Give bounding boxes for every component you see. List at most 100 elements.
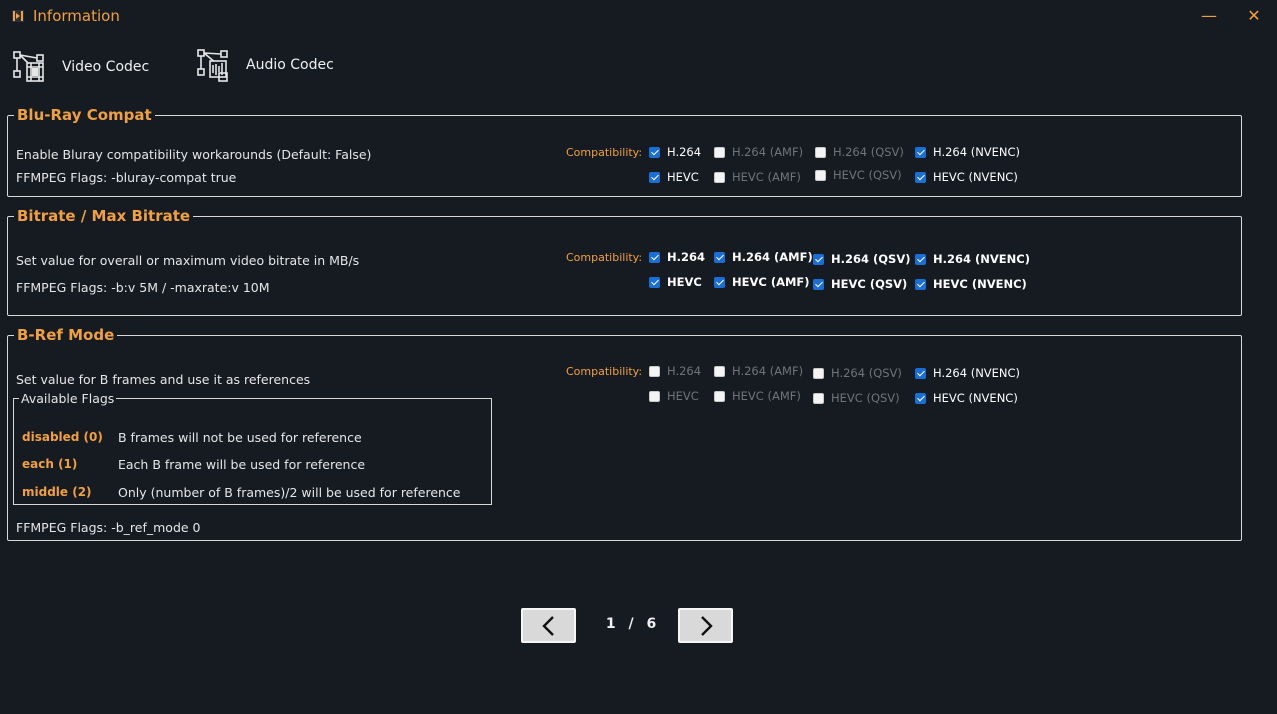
tab-video-codec[interactable]: Video Codec <box>12 48 149 86</box>
compat-checkbox-label: H.264 <box>667 364 702 378</box>
total-pages: 6 <box>646 616 657 632</box>
compat-checkbox-hevc-qsv[interactable]: HEVC (QSV) <box>815 168 902 182</box>
compat-checkbox-hevc-amf[interactable]: HEVC (AMF) <box>714 389 801 403</box>
compat-checkbox-hevc-qsv[interactable]: HEVC (QSV) <box>813 391 900 405</box>
section-title: Bitrate / Max Bitrate <box>17 207 191 225</box>
tab-video-codec-label: Video Codec <box>62 59 150 75</box>
compat-checkbox-h-264[interactable]: H.264 <box>649 364 701 378</box>
compat-checkbox-h-264-qsv[interactable]: H.264 (QSV) <box>815 145 904 159</box>
compat-checkbox-h-264-amf[interactable]: H.264 (AMF) <box>714 364 803 378</box>
checkbox-box <box>915 253 926 265</box>
section-title: Blu-Ray Compat <box>17 106 152 124</box>
compat-checkbox-h-264-qsv[interactable]: H.264 (QSV) <box>813 252 910 266</box>
tab-audio-codec-label: Audio Codec <box>246 57 334 73</box>
checkbox-box <box>714 251 725 263</box>
next-page-button[interactable] <box>678 608 733 643</box>
compat-checkbox-label: HEVC (NVENC) <box>933 391 1018 405</box>
section-bluray-compat: Blu-Ray Compat Enable Bluray compatibili… <box>7 106 1242 197</box>
checkbox-box <box>915 146 926 158</box>
compat-checkbox-hevc[interactable]: HEVC <box>649 170 699 184</box>
compat-checkbox-hevc-nvenc[interactable]: HEVC (NVENC) <box>915 277 1027 291</box>
checkbox-box <box>714 390 725 402</box>
checkbox-box <box>915 367 926 379</box>
app-icon <box>12 10 24 22</box>
checkbox-box <box>649 146 660 158</box>
checkbox-box <box>813 278 824 290</box>
checkbox-box <box>915 171 926 183</box>
compat-checkbox-hevc-nvenc[interactable]: HEVC (NVENC) <box>915 391 1018 405</box>
page-indicator: 1 / 6 <box>596 616 666 632</box>
compat-checkbox-label: HEVC (AMF) <box>732 275 810 289</box>
section-b-ref-mode: B-Ref Mode Set value for B frames and us… <box>7 326 1242 541</box>
minimize-button[interactable]: — <box>1197 6 1221 26</box>
tab-audio-codec[interactable]: Audio Codec <box>196 46 334 84</box>
flag-key: middle (2) <box>22 485 92 499</box>
compat-checkbox-h-264-amf[interactable]: H.264 (AMF) <box>714 250 813 264</box>
checkbox-box <box>714 171 725 183</box>
checkbox-box <box>649 171 660 183</box>
compat-checkbox-label: HEVC (AMF) <box>732 389 801 403</box>
checkbox-box <box>815 169 826 181</box>
compat-checkbox-h-264[interactable]: H.264 <box>649 145 701 159</box>
checkbox-box <box>915 278 926 290</box>
compat-checkbox-h-264-amf[interactable]: H.264 (AMF) <box>714 145 803 159</box>
section-description: Set value for overall or maximum video b… <box>16 253 360 268</box>
compat-checkbox-hevc-qsv[interactable]: HEVC (QSV) <box>813 277 907 291</box>
section-bitrate: Bitrate / Max Bitrate Set value for over… <box>7 207 1242 316</box>
close-button[interactable]: ✕ <box>1242 6 1266 26</box>
compat-checkbox-label: H.264 <box>667 250 705 264</box>
section-description: Set value for B frames and use it as ref… <box>16 372 311 387</box>
compat-checkbox-label: H.264 (QSV) <box>833 145 904 159</box>
chevron-left-icon <box>541 615 554 636</box>
available-flags-title: Available Flags <box>21 391 115 406</box>
checkbox-box <box>714 365 725 377</box>
compat-checkbox-label: H.264 (NVENC) <box>933 252 1030 266</box>
compat-checkbox-h-264-nvenc[interactable]: H.264 (NVENC) <box>915 145 1020 159</box>
compat-checkbox-label: HEVC (QSV) <box>831 391 900 405</box>
compat-checkbox-label: H.264 (NVENC) <box>933 366 1021 380</box>
flag-description: Only (number of B frames)/2 will be used… <box>118 485 461 500</box>
compat-checkbox-hevc-amf[interactable]: HEVC (AMF) <box>714 275 810 289</box>
window-title: Information <box>33 7 120 25</box>
video-codec-icon <box>13 51 44 82</box>
compat-checkbox-label: H.264 (QSV) <box>831 366 902 380</box>
checkbox-box <box>714 146 725 158</box>
chevron-right-icon <box>700 615 713 636</box>
compat-checkbox-h-264-nvenc[interactable]: H.264 (NVENC) <box>915 252 1030 266</box>
section-description: Enable Bluray compatibility workarounds … <box>16 147 372 162</box>
compat-checkbox-hevc-nvenc[interactable]: HEVC (NVENC) <box>915 170 1018 184</box>
page-separator: / <box>628 616 634 632</box>
compat-checkbox-label: HEVC (QSV) <box>833 168 902 182</box>
current-page: 1 <box>605 616 616 632</box>
compat-checkbox-hevc[interactable]: HEVC <box>649 389 699 403</box>
previous-page-button[interactable] <box>521 608 576 643</box>
checkbox-box <box>813 392 824 404</box>
compat-checkbox-label: H.264 (AMF) <box>732 364 804 378</box>
compat-checkbox-label: H.264 (AMF) <box>732 145 804 159</box>
checkbox-box <box>649 276 660 288</box>
ffmpeg-flags: FFMPEG Flags: -b_ref_mode 0 <box>16 520 201 535</box>
compat-checkbox-hevc-amf[interactable]: HEVC (AMF) <box>714 170 801 184</box>
checkbox-box <box>813 253 824 265</box>
checkbox-box <box>649 390 660 402</box>
compat-checkbox-h-264-nvenc[interactable]: H.264 (NVENC) <box>915 366 1020 380</box>
compat-checkbox-label: H.264 <box>667 145 702 159</box>
compat-checkbox-label: HEVC (NVENC) <box>933 170 1018 184</box>
section-title: B-Ref Mode <box>17 326 115 344</box>
compat-checkbox-label: HEVC (AMF) <box>732 170 801 184</box>
compat-checkbox-h-264-qsv[interactable]: H.264 (QSV) <box>813 366 902 380</box>
flag-key: disabled (0) <box>22 430 103 444</box>
compat-checkbox-label: H.264 (QSV) <box>831 252 911 266</box>
compat-checkbox-h-264[interactable]: H.264 <box>649 250 705 264</box>
checkbox-box <box>714 276 725 288</box>
compat-checkbox-label: HEVC <box>667 275 702 289</box>
compat-checkbox-label: HEVC (QSV) <box>831 277 908 291</box>
flag-description: B frames will not be used for reference <box>118 430 362 445</box>
compat-checkbox-hevc[interactable]: HEVC <box>649 275 702 289</box>
available-flags-box: Available Flags disabled (0) B frames wi… <box>13 391 492 505</box>
flag-key: each (1) <box>22 457 78 471</box>
compat-checkbox-label: H.264 (NVENC) <box>933 145 1021 159</box>
compat-checkbox-label: HEVC <box>667 389 699 403</box>
checkbox-box <box>915 392 926 404</box>
ffmpeg-flags: FFMPEG Flags: -b:v 5M / -maxrate:v 10M <box>16 280 270 295</box>
